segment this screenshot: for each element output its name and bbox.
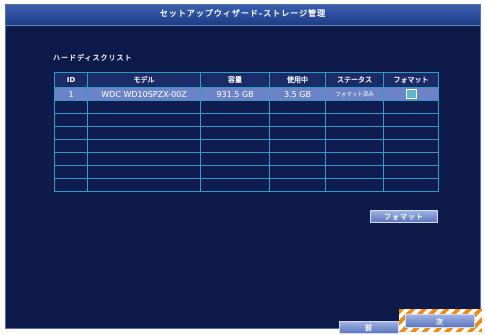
- table-cell: [325, 113, 384, 127]
- format-checkbox[interactable]: [405, 89, 417, 99]
- table-cell: [383, 178, 439, 192]
- table-cell: [269, 126, 326, 140]
- table-cell: [54, 139, 88, 153]
- table-cell: [200, 113, 270, 127]
- window-title: セットアップウィザード-ストレージ管理: [159, 9, 327, 18]
- table-row[interactable]: [54, 139, 439, 153]
- table-cell: [383, 100, 439, 114]
- table-cell: [269, 152, 326, 166]
- header-format: フォマット: [383, 72, 439, 88]
- table-cell: [200, 139, 270, 153]
- table-cell: [325, 152, 384, 166]
- table-row[interactable]: [54, 126, 439, 140]
- header-capacity: 容量: [200, 72, 270, 88]
- table-cell: [54, 165, 88, 179]
- table-cell: [54, 126, 88, 140]
- table-cell: [200, 126, 270, 140]
- table-cell: [383, 152, 439, 166]
- table-cell: [87, 100, 201, 114]
- table-cell: [54, 152, 88, 166]
- storage-setup-window: セットアップウィザード-ストレージ管理 ハードディスクリスト ID モデル 容量…: [5, 4, 481, 334]
- title-bar: セットアップウィザード-ストレージ管理: [6, 5, 480, 26]
- table-cell: [325, 178, 384, 192]
- table-cell: [54, 113, 88, 127]
- cell-format: [383, 87, 439, 101]
- table-cell: [87, 113, 201, 127]
- table-cell: [269, 165, 326, 179]
- header-model: モデル: [87, 72, 201, 88]
- table-cell: [87, 152, 201, 166]
- table-row[interactable]: [54, 152, 439, 166]
- next-button[interactable]: 次: [405, 314, 475, 328]
- table-cell: [383, 126, 439, 140]
- table-cell: [87, 139, 201, 153]
- table-cell: [269, 100, 326, 114]
- table-cell: [200, 152, 270, 166]
- previous-button[interactable]: 前: [339, 321, 399, 334]
- table-cell: [383, 139, 439, 153]
- table-cell: [269, 178, 326, 192]
- table-cell: [269, 139, 326, 153]
- table-cell: [87, 126, 201, 140]
- cell-capacity: 931.5 GB: [200, 87, 270, 101]
- table-cell: [325, 165, 384, 179]
- table-cell: [383, 113, 439, 127]
- table-row[interactable]: 1 WDC WD10SPZX-00Z 931.5 GB 3.5 GB フォマット…: [54, 87, 439, 101]
- hard-disk-list-label: ハードディスクリスト: [53, 54, 133, 62]
- table-row[interactable]: [54, 100, 439, 114]
- table-cell: [200, 100, 270, 114]
- table-cell: [325, 100, 384, 114]
- format-button[interactable]: フォマット: [370, 210, 438, 223]
- cell-status: フォマット済み: [325, 87, 384, 101]
- table-row[interactable]: [54, 165, 439, 179]
- table-cell: [54, 100, 88, 114]
- header-status: ステータス: [325, 72, 384, 88]
- table-cell: [54, 178, 88, 192]
- table-cell: [200, 165, 270, 179]
- table-cell: [87, 165, 201, 179]
- header-used: 使用中: [269, 72, 326, 88]
- table-cell: [87, 178, 201, 192]
- table-cell: [325, 126, 384, 140]
- table-header-row: ID モデル 容量 使用中 ステータス フォマット: [54, 72, 439, 88]
- cell-model: WDC WD10SPZX-00Z: [87, 87, 201, 101]
- table-row[interactable]: [54, 113, 439, 127]
- table-cell: [325, 139, 384, 153]
- hard-disk-table: ID モデル 容量 使用中 ステータス フォマット 1 WDC WD10SPZX…: [54, 72, 439, 192]
- table-cell: [269, 113, 326, 127]
- table-cell: [383, 165, 439, 179]
- table-row[interactable]: [54, 178, 439, 192]
- table-cell: [200, 178, 270, 192]
- header-id: ID: [54, 72, 88, 88]
- cell-used: 3.5 GB: [269, 87, 326, 101]
- cell-id: 1: [54, 87, 88, 101]
